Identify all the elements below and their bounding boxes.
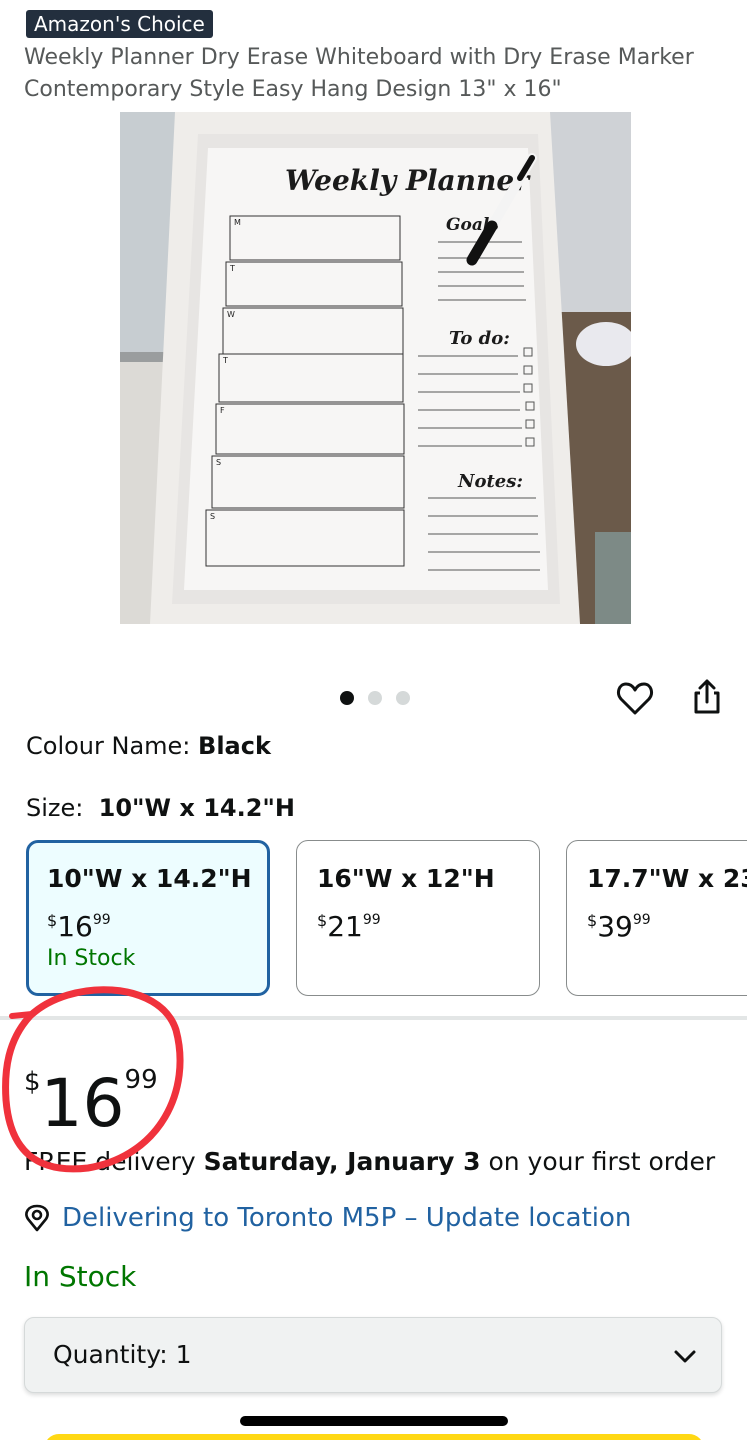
update-location-link[interactable]: Delivering to Toronto M5P – Update locat… — [62, 1200, 631, 1236]
size-option-17x23[interactable]: 17.7"W x 23 $3999 — [566, 840, 747, 996]
size-row: Size: 10"W x 14.2"H — [26, 791, 295, 825]
svg-text:M: M — [234, 218, 241, 227]
colour-value: Black — [198, 732, 271, 760]
carousel-dot[interactable] — [396, 691, 410, 705]
svg-text:T: T — [222, 356, 228, 365]
size-option-stock: In Stock — [47, 946, 136, 971]
size-option-16x12[interactable]: 16"W x 12"H $2199 — [296, 840, 540, 996]
price-whole: 16 — [40, 1065, 125, 1142]
size-label: Size: — [26, 794, 84, 822]
size-option-label: 10"W x 14.2"H — [47, 864, 252, 893]
svg-text:T: T — [229, 264, 235, 273]
price: $1699 — [24, 1040, 158, 1144]
size-option-label: 17.7"W x 23 — [587, 864, 747, 893]
size-value: 10"W x 14.2"H — [98, 794, 295, 822]
location-pin-icon — [25, 1204, 49, 1232]
price-currency: $ — [24, 1067, 41, 1097]
planner-heading: Weekly Planner — [285, 164, 531, 197]
add-to-cart-button[interactable] — [44, 1434, 704, 1440]
size-options: 10"W x 14.2"H $1699 In Stock 16"W x 12"H… — [0, 838, 747, 998]
product-image-art: Weekly Planner M T W T F S S Goals To do… — [120, 112, 631, 624]
svg-text:S: S — [210, 512, 215, 521]
size-option-price: $2199 — [317, 910, 381, 943]
stock-status: In Stock — [24, 1260, 137, 1293]
svg-text:W: W — [227, 310, 235, 319]
size-option-label: 16"W x 12"H — [317, 864, 495, 893]
delivery-date: Saturday, January 3 — [203, 1147, 481, 1176]
svg-text:F: F — [220, 406, 225, 415]
quantity-dropdown[interactable]: Quantity: 1 — [24, 1317, 722, 1393]
product-title: Weekly Planner Dry Erase Whiteboard with… — [24, 45, 694, 102]
colour-name-row: Colour Name: Black — [26, 729, 271, 763]
quantity-value: 1 — [175, 1340, 192, 1369]
delivery-info: FREE delivery Saturday, January 3 on you… — [24, 1147, 716, 1176]
amazons-choice-badge: Amazon's Choice — [26, 10, 213, 38]
carousel-dot[interactable] — [368, 691, 382, 705]
size-option-10x14[interactable]: 10"W x 14.2"H $1699 In Stock — [26, 840, 270, 996]
todo-label: To do: — [449, 328, 510, 349]
delivery-location[interactable]: Delivering to Toronto M5P – Update locat… — [24, 1200, 631, 1236]
price-fraction: 99 — [124, 1065, 158, 1095]
product-image[interactable]: Weekly Planner M T W T F S S Goals To do… — [120, 112, 631, 624]
carousel-dots[interactable] — [340, 691, 410, 705]
colour-label: Colour Name: — [26, 732, 191, 760]
home-indicator — [240, 1416, 508, 1426]
chevron-down-icon — [674, 1350, 696, 1363]
share-icon[interactable] — [686, 676, 728, 718]
heart-icon[interactable] — [614, 678, 656, 720]
svg-text:S: S — [216, 458, 221, 467]
divider — [0, 1016, 747, 1020]
carousel-dot[interactable] — [340, 691, 354, 705]
quantity-label: Quantity: 1 — [53, 1340, 192, 1369]
size-option-price: $1699 — [47, 910, 111, 943]
notes-label: Notes: — [457, 471, 523, 492]
size-option-price: $3999 — [587, 910, 651, 943]
